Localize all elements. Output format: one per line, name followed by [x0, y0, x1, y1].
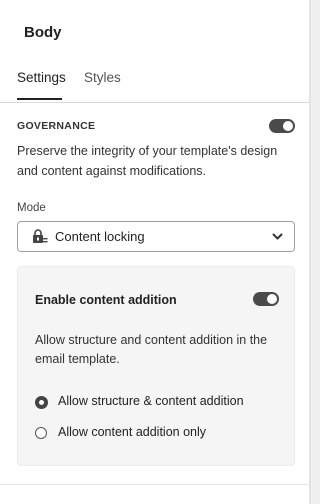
toggle-knob	[283, 121, 293, 131]
content-addition-description: Allow structure and content addition in …	[35, 333, 268, 366]
tab-bar: Settings Styles	[0, 66, 309, 103]
content-addition-toggle[interactable]	[253, 292, 279, 306]
mode-label: Mode	[17, 202, 46, 214]
lock-icon	[33, 229, 48, 243]
radio-label: Allow content addition only	[58, 425, 207, 439]
chevron-down-icon	[272, 233, 283, 240]
scrollbar[interactable]	[310, 0, 320, 504]
governance-description: Preserve the integrity of your template'…	[17, 144, 278, 178]
divider	[0, 484, 309, 485]
content-addition-title: Enable content addition	[35, 293, 177, 307]
mode-dropdown[interactable]: Content locking	[17, 221, 295, 252]
governance-toggle[interactable]	[269, 119, 295, 133]
radio-button[interactable]	[35, 427, 47, 439]
governance-label: GOVERNANCE	[17, 120, 96, 132]
mode-selected-value: Content locking	[55, 229, 145, 244]
panel-title: Body	[24, 24, 62, 41]
tab-styles[interactable]: Styles	[84, 70, 121, 85]
properties-panel: Body Settings Styles GOVERNANCE Preserve…	[0, 0, 310, 504]
active-tab-indicator	[17, 98, 62, 100]
toggle-knob	[267, 294, 277, 304]
radio-label: Allow structure & content addition	[58, 394, 244, 408]
tab-settings[interactable]: Settings	[17, 70, 66, 85]
radio-button-selected[interactable]	[35, 396, 48, 409]
